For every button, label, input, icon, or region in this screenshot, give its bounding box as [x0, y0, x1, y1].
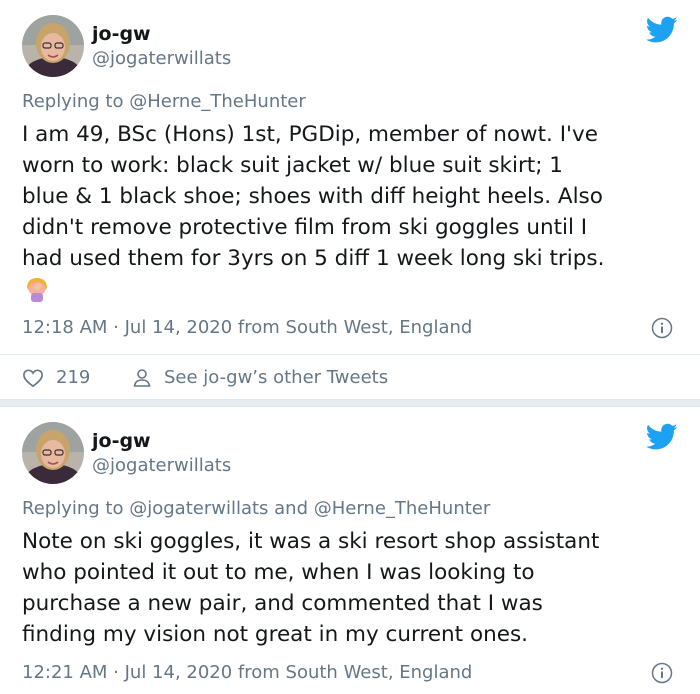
see-other-tweets-link[interactable]: See jo-gw’s other Tweets: [132, 367, 388, 388]
like-button[interactable]: 219: [22, 367, 90, 388]
replying-to: Replying to @jogaterwillats and @Herne_T…: [22, 498, 490, 519]
replying-to: Replying to @Herne_TheHunter: [22, 91, 306, 112]
replying-to-label: Replying to: [22, 498, 124, 519]
tweet-text-line: had used them for 3yrs on 5 diff 1 week …: [22, 246, 605, 271]
tweet-text-line: who pointed it out to me, when I was loo…: [22, 560, 535, 585]
avatar[interactable]: [22, 422, 84, 484]
tweet-separator: [0, 399, 700, 407]
user-handle[interactable]: @jogaterwillats: [92, 455, 231, 476]
twitter-bird-icon[interactable]: [646, 423, 678, 451]
reply-mention-link[interactable]: @jogaterwillats and @Herne_TheHunter: [129, 498, 490, 519]
tweet-timestamp[interactable]: 12:21 AM · Jul 14, 2020 from South West,…: [22, 662, 472, 683]
avatar[interactable]: [22, 15, 84, 77]
twitter-bird-icon[interactable]: [646, 16, 678, 44]
info-icon[interactable]: [651, 317, 673, 339]
person-icon: [133, 368, 151, 387]
tweet-card[interactable]: jo-gw @jogaterwillats Replying to @Herne…: [0, 0, 700, 399]
replying-to-label: Replying to: [22, 91, 124, 112]
tweet-text-line: I am 49, BSc (Hons) 1st, PGDip, member o…: [22, 122, 598, 147]
like-count: 219: [56, 367, 91, 388]
display-name[interactable]: jo-gw: [92, 430, 151, 452]
tweet-text-line: Note on ski goggles, it was a ski resort…: [22, 529, 600, 554]
see-other-tweets-label: See jo-gw’s other Tweets: [164, 367, 389, 388]
display-name[interactable]: jo-gw: [92, 23, 151, 45]
tweet-text-line: finding my vision not great in my curren…: [22, 622, 528, 647]
tweet-text: Note on ski goggles, it was a ski resort…: [22, 526, 682, 650]
reply-mention-link[interactable]: @Herne_TheHunter: [129, 91, 306, 112]
info-icon[interactable]: [651, 662, 673, 684]
user-handle[interactable]: @jogaterwillats: [92, 48, 231, 69]
woman-facepalming-emoji: [27, 278, 47, 302]
tweet-card[interactable]: jo-gw @jogaterwillats Replying to @jogat…: [0, 407, 700, 694]
heart-icon: [23, 368, 43, 387]
tweet-text-line: blue & 1 black shoe; shoes with diff hei…: [22, 184, 603, 209]
tweet-text: I am 49, BSc (Hons) 1st, PGDip, member o…: [22, 119, 682, 274]
tweet-text-line: worn to work: black suit jacket w/ blue …: [22, 153, 563, 178]
tweet-text-line: purchase a new pair, and commented that …: [22, 591, 543, 616]
tweet-timestamp[interactable]: 12:18 AM · Jul 14, 2020 from South West,…: [22, 317, 472, 338]
tweet-text-line: didn't remove protective film from ski g…: [22, 215, 588, 240]
divider: [0, 354, 700, 355]
